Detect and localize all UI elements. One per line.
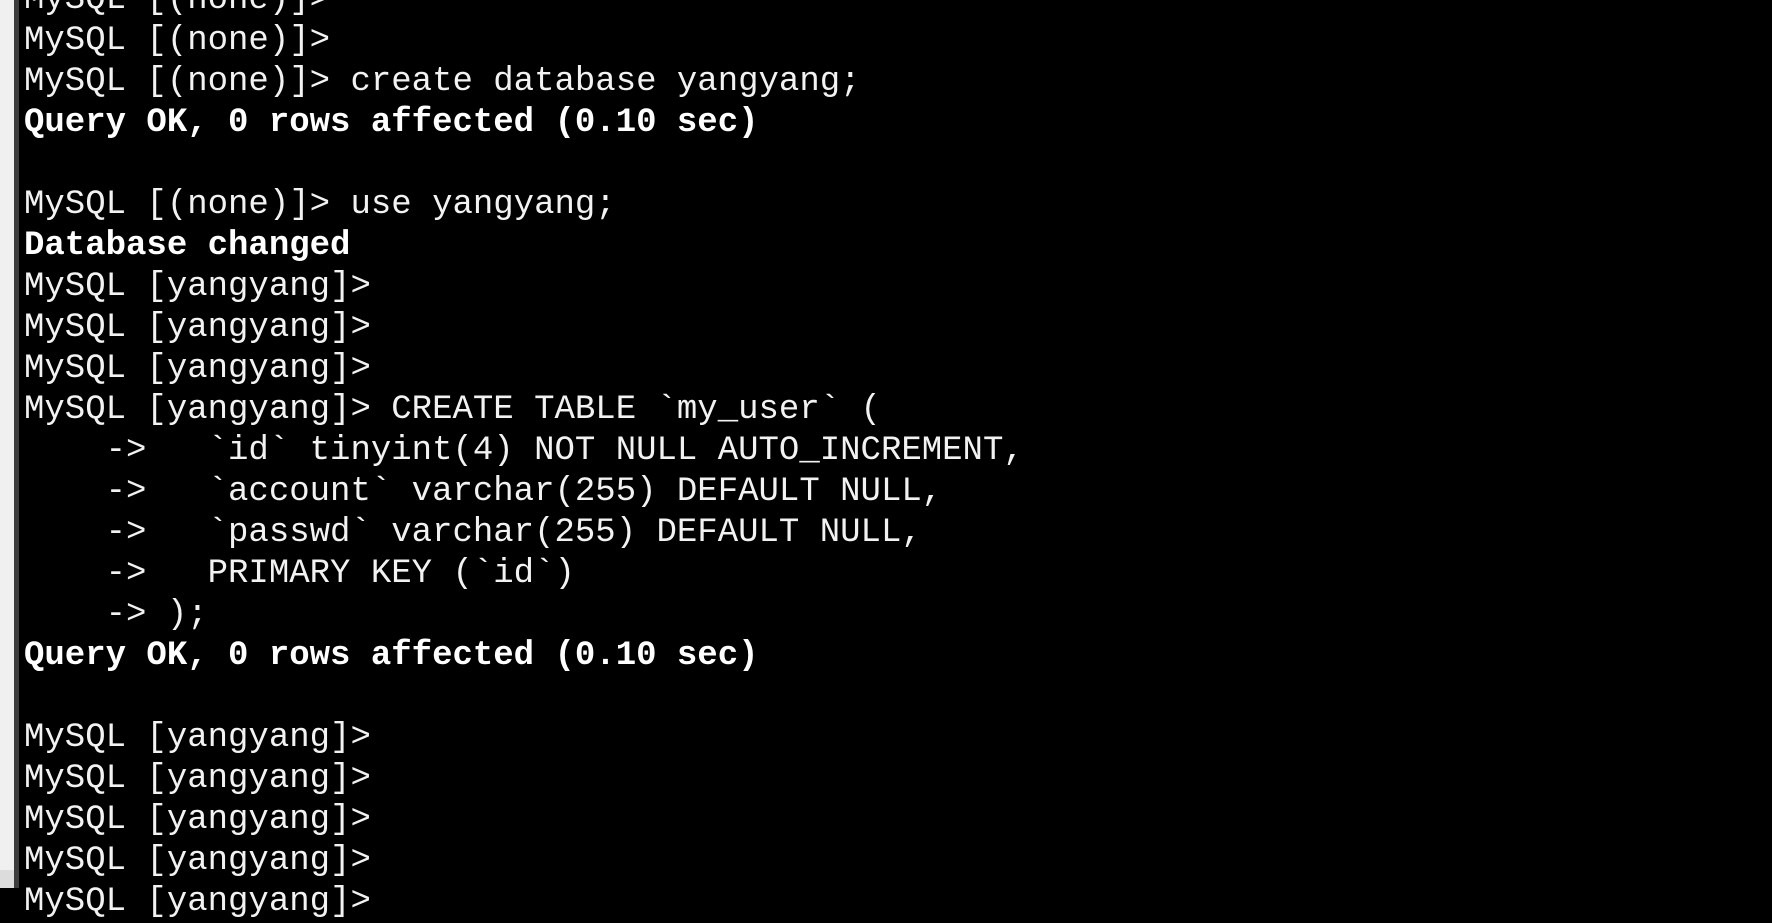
terminal-line: MySQL [yangyang]>: [24, 842, 371, 880]
window-border: [14, 0, 19, 888]
terminal-line: MySQL [yangyang]>: [24, 268, 371, 306]
terminal-line: MySQL [yangyang]> CREATE TABLE `my_user`…: [24, 391, 881, 429]
terminal-line: MySQL [yangyang]>: [24, 801, 371, 839]
terminal-line: Database changed: [24, 227, 351, 265]
terminal-line: MySQL [yangyang]>: [24, 309, 371, 347]
terminal-line: MySQL [(none)]> create database yangyang…: [24, 63, 861, 101]
terminal-line: Query OK, 0 rows affected (0.10 sec): [24, 104, 759, 142]
terminal-line: -> `account` varchar(255) DEFAULT NULL,: [24, 473, 943, 511]
terminal-line: MySQL [(none)]> use yangyang;: [24, 186, 616, 224]
terminal-line: -> `id` tinyint(4) NOT NULL AUTO_INCREME…: [24, 432, 1024, 470]
terminal-line: MySQL [(none)]>: [24, 0, 331, 19]
terminal-line: -> PRIMARY KEY (`id`): [24, 555, 575, 593]
terminal-line: MySQL [yangyang]>: [24, 350, 371, 388]
terminal-line: MySQL [yangyang]>: [24, 760, 371, 798]
terminal-line: MySQL [(none)]>: [24, 22, 331, 60]
terminal-line: -> `passwd` varchar(255) DEFAULT NULL,: [24, 514, 922, 552]
terminal-line: Query OK, 0 rows affected (0.10 sec): [24, 637, 759, 675]
terminal-line: -> );: [24, 596, 208, 634]
terminal-line: MySQL [yangyang]>: [24, 719, 371, 757]
window-left-edge-lower: [0, 870, 14, 888]
window-left-edge: [0, 0, 14, 888]
terminal-output[interactable]: MySQL [(none)]> MySQL [(none)]> MySQL [(no…: [24, 0, 1772, 921]
terminal-line: MySQL [yangyang]>: [24, 883, 371, 921]
